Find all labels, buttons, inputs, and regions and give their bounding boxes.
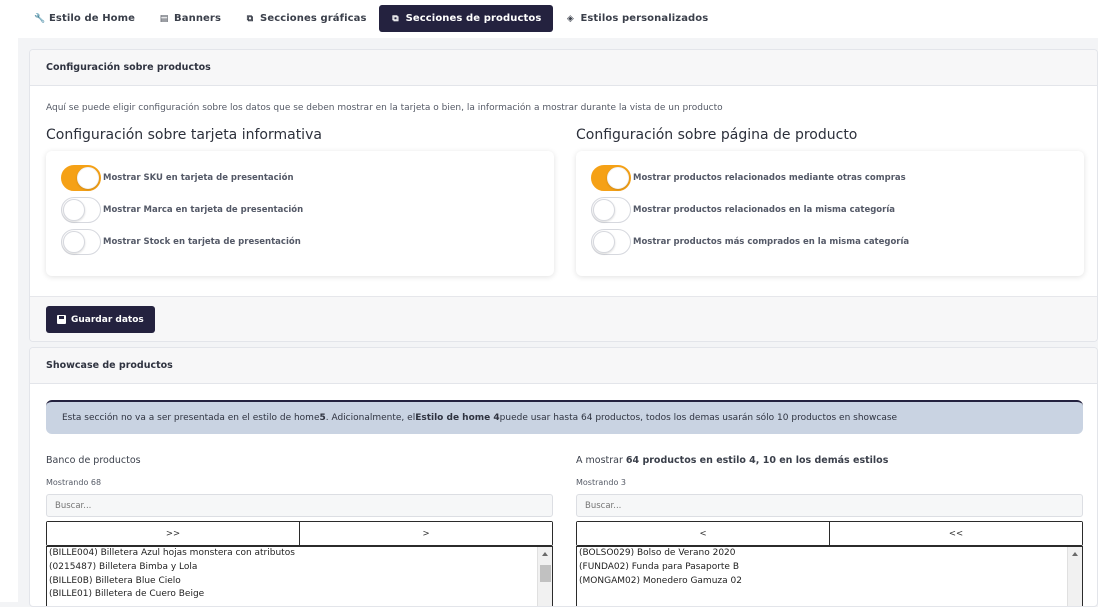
tab-banners[interactable]: ▤ Banners [147, 5, 233, 32]
tab-label: Estilos personalizados [580, 13, 709, 24]
toggle-row-most-bought[interactable]: Mostrar productos más comprados en la mi… [591, 229, 909, 255]
config-card-footer: Guardar datos [30, 296, 1097, 341]
alert-text: Esta sección no va a ser presentada en e… [62, 413, 320, 423]
toggle-switch[interactable] [61, 197, 101, 223]
scrollbar-thumb[interactable] [540, 565, 551, 582]
shown-title-bold: 64 productos en estilo 4, 10 en los demá… [625, 455, 889, 466]
list-item[interactable]: (BILLE0B) Billetera Blue Cielo [47, 575, 552, 589]
list-item[interactable]: (BILLE004) Billetera Azul hojas monstera… [47, 547, 552, 561]
config-card: Configuración sobre productos Aquí se pu… [29, 49, 1098, 342]
move-all-right-button[interactable]: >> [47, 522, 299, 545]
list-item[interactable]: (FUNDA02) Funda para Pasaporte B [577, 561, 1082, 575]
toggle-row-stock[interactable]: Mostrar Stock en tarjeta de presentación [61, 229, 301, 255]
toggle-switch[interactable] [591, 229, 631, 255]
toggle-label: Mostrar productos relacionados en la mis… [633, 205, 895, 215]
alert-text: puede usar hasta 64 productos, todos los… [499, 413, 898, 423]
toggle-switch[interactable] [591, 165, 631, 191]
sitemap-icon: ⧉ [246, 13, 254, 24]
alert-text: . Adicionalmente, el [325, 413, 416, 423]
tab-list: 🔧 Estilo de Home ▤ Banners ⧉ Secciones g… [22, 5, 720, 32]
bank-move-buttons: >> > [46, 521, 553, 546]
list-item[interactable]: (MONGAM02) Monedero Gamuza 02 [577, 575, 1082, 589]
wrench-icon: 🔧 [34, 13, 46, 24]
bank-count: Mostrando 68 [46, 478, 102, 487]
toggle-row-sku[interactable]: Mostrar SKU en tarjeta de presentación [61, 165, 294, 191]
shown-search-input[interactable] [576, 494, 1083, 517]
config-card-header: Configuración sobre productos [30, 50, 1097, 86]
scrollbar[interactable] [537, 547, 552, 606]
scrollbar[interactable] [1067, 547, 1082, 606]
tab-secciones-de-productos[interactable]: ⧉ Secciones de productos [378, 5, 554, 32]
toggle-switch[interactable] [591, 197, 631, 223]
showcase-info-alert: Esta sección no va a ser presentada en e… [46, 400, 1083, 434]
config-intro-text: Aquí se puede eligir configuración sobre… [46, 103, 723, 113]
toggle-row-marca[interactable]: Mostrar Marca en tarjeta de presentación [61, 197, 303, 223]
toggle-row-related-purchases[interactable]: Mostrar productos relacionados mediante … [591, 165, 906, 191]
toggle-label: Mostrar productos más comprados en la mi… [633, 237, 910, 247]
toggle-switch[interactable] [61, 165, 101, 191]
shown-title: A mostrar 64 productos en estilo 4, 10 e… [576, 455, 888, 466]
save-button-label: Guardar datos [71, 314, 144, 325]
list-item[interactable]: (0215487) Billetera Bimba y Lola [47, 561, 552, 575]
toggle-label: Mostrar Marca en tarjeta de presentación [103, 205, 304, 215]
toggle-label: Mostrar SKU en tarjeta de presentación [103, 173, 294, 183]
images-icon: ▤ [159, 13, 169, 24]
move-right-button[interactable]: > [299, 522, 552, 545]
bank-listbox[interactable]: (BILLE004) Billetera Azul hojas monstera… [46, 546, 553, 606]
scroll-up-arrow-icon[interactable] [1072, 552, 1078, 556]
tab-label: Secciones de productos [405, 13, 542, 24]
shown-move-buttons: < << [576, 521, 1083, 546]
tab-estilos-personalizados[interactable]: ◈ Estilos personalizados [553, 5, 720, 32]
css-icon: ◈ [566, 13, 574, 24]
shown-count: Mostrando 3 [576, 478, 626, 487]
bank-search-input[interactable] [46, 494, 553, 517]
toggle-label: Mostrar productos relacionados mediante … [633, 173, 906, 183]
toggle-label: Mostrar Stock en tarjeta de presentación [103, 237, 301, 247]
tab-estilo-de-home[interactable]: 🔧 Estilo de Home [22, 5, 147, 32]
tab-secciones-graficas[interactable]: ⧉ Secciones gráficas [233, 5, 379, 32]
tab-label: Banners [174, 13, 222, 24]
product-page-config-panel: Mostrar productos relacionados mediante … [576, 151, 1084, 276]
toggle-row-related-category[interactable]: Mostrar productos relacionados en la mis… [591, 197, 895, 223]
move-left-button[interactable]: < [577, 522, 829, 545]
card-config-panel: Mostrar SKU en tarjeta de presentación M… [46, 151, 554, 276]
showcase-card-header: Showcase de productos [30, 348, 1097, 384]
tab-label: Secciones gráficas [260, 13, 367, 24]
shown-title-prefix: A mostrar [576, 455, 626, 466]
sitemap-icon: ⧉ [392, 13, 399, 24]
list-item[interactable]: (BOLSO029) Bolso de Verano 2020 [577, 547, 1082, 561]
bank-title: Banco de productos [46, 455, 141, 466]
list-item[interactable]: (BILLE01) Billetera de Cuero Beige [47, 588, 552, 602]
alert-bold: Estilo de home 4 [415, 413, 500, 423]
shown-listbox[interactable]: (BOLSO029) Bolso de Verano 2020 (FUNDA02… [576, 546, 1083, 606]
product-page-config-title: Configuración sobre página de producto [576, 127, 858, 143]
showcase-card: Showcase de productos Esta sección no va… [29, 347, 1098, 607]
left-gutter [0, 38, 18, 602]
toggle-switch[interactable] [61, 229, 101, 255]
move-all-left-button[interactable]: << [829, 522, 1082, 545]
save-button[interactable]: Guardar datos [46, 306, 155, 333]
card-config-title: Configuración sobre tarjeta informativa [46, 127, 322, 143]
tab-label: Estilo de Home [49, 13, 136, 24]
scroll-up-arrow-icon[interactable] [542, 552, 548, 556]
save-icon [57, 315, 66, 324]
top-tab-bar: 🔧 Estilo de Home ▤ Banners ⧉ Secciones g… [0, 0, 1098, 38]
